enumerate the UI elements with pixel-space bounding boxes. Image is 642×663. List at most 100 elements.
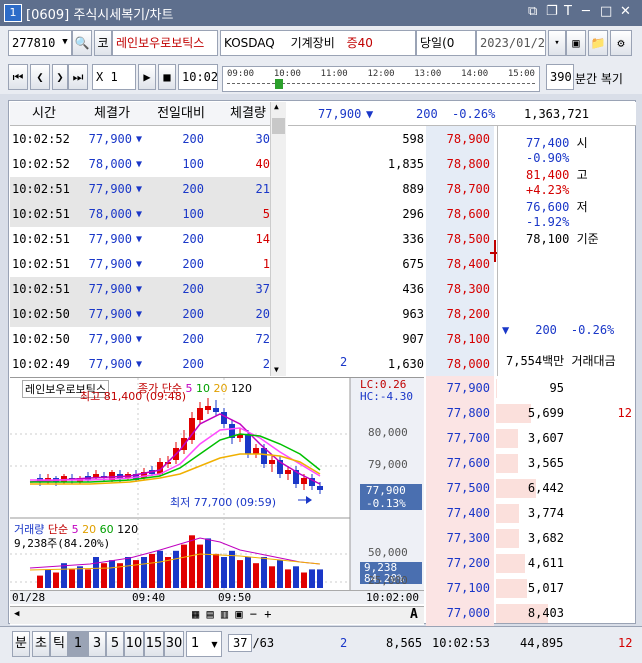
ask-price[interactable]: 78,900 [426, 127, 490, 152]
tab-second[interactable]: 초 [32, 631, 50, 657]
trade-price: 77,900 [88, 332, 132, 346]
down-triangle-icon: ▼ [366, 107, 374, 121]
ma20-label: 20 [213, 382, 228, 395]
down-triangle-icon: ▼ [136, 334, 143, 345]
candle-body [253, 448, 259, 454]
zoom-icons[interactable]: ▦ ▤ ▥ ▣ − + [192, 607, 271, 621]
ask-price[interactable]: 78,800 [426, 152, 490, 177]
interval-5[interactable]: 5 [106, 631, 124, 657]
page-indicator: 37/63 [228, 634, 274, 652]
period-input[interactable]: 390 [546, 64, 574, 90]
y-tick: 80,000 [368, 426, 408, 439]
save-icon[interactable]: ▣ [566, 30, 586, 56]
chevron-down-icon[interactable]: ▼ [58, 30, 72, 56]
open-label: 시 [576, 136, 588, 150]
copy-icon[interactable]: ❐ [546, 4, 558, 19]
prev-icon[interactable]: ❮ [30, 64, 50, 90]
trade-row: 10:02:51 77,900 ▼ 200 1 [10, 252, 276, 277]
volume-bar [213, 553, 219, 588]
last-icon[interactable]: ⏭ [68, 64, 88, 90]
interval-1[interactable]: 1 [68, 631, 88, 657]
volume-bar [229, 550, 235, 588]
ask-price[interactable]: 78,700 [426, 177, 490, 202]
ask-price[interactable]: 78,300 [426, 277, 490, 302]
first-icon[interactable]: ⏮ [8, 64, 28, 90]
play-icon[interactable]: ▶ [138, 64, 156, 90]
bid-price[interactable]: 77,600 [426, 451, 490, 476]
trade-volume: 20 [255, 307, 270, 321]
bid-price[interactable]: 77,100 [426, 576, 490, 601]
page-current[interactable]: 37 [228, 634, 253, 652]
bid-price[interactable]: 77,900 [426, 376, 490, 401]
trade-volume: 21 [255, 182, 270, 196]
ask-qty: 907 [402, 332, 424, 346]
bid-price[interactable]: 77,000 [426, 601, 490, 626]
speed-select[interactable]: X 1 [92, 64, 136, 90]
folder-icon[interactable]: 📁 [588, 30, 608, 56]
interval-select[interactable]: 1 ▼ [186, 631, 222, 657]
ask-price[interactable]: 78,600 [426, 202, 490, 227]
date-input[interactable]: 2023/01/2 [476, 30, 546, 56]
trade-row: 10:02:51 77,900 ▼ 200 21 [10, 177, 276, 202]
trade-scrollbar[interactable]: ▲ ▼ [270, 102, 286, 376]
ask-price[interactable]: 78,500 [426, 227, 490, 252]
down-triangle-icon: ▼ [136, 359, 143, 370]
trade-row: 10:02:52 77,900 ▼ 200 30 [10, 127, 276, 152]
maximize-icon[interactable]: □ [600, 4, 612, 19]
trade-volume: 1 [262, 257, 270, 271]
bid-count [600, 476, 632, 501]
x-tick: 09:50 [218, 591, 252, 604]
ask-qty: 889 [402, 182, 424, 196]
trade-price: 77,900 [88, 307, 132, 321]
ask-price[interactable]: 78,000 [426, 352, 490, 377]
ask-price[interactable]: 78,400 [426, 252, 490, 277]
slider-handle[interactable] [275, 79, 283, 89]
scroll-up-icon[interactable]: ▲ [274, 102, 279, 111]
day-select[interactable]: 당일(0 [416, 30, 476, 56]
scroll-left-icon[interactable]: ◀ [14, 609, 19, 619]
scroll-thumb[interactable] [272, 118, 285, 134]
settings-icon[interactable]: ⚙ [610, 30, 632, 56]
title-bar: 1 [0609] 주식시세복기/차트 ⧉ ❐ T ─ □ ✕ [0, 0, 642, 26]
bid-price[interactable]: 77,200 [426, 551, 490, 576]
candle-body [285, 470, 291, 474]
stock-name[interactable]: 레인보우로보틱스 [112, 30, 218, 56]
candle-body [317, 486, 323, 490]
time-slider[interactable]: 09:00 10:00 11:00 12:00 13:00 14:00 15:0… [222, 66, 540, 92]
kor-button[interactable]: 코 [94, 30, 112, 56]
scroll-down-icon[interactable]: ▼ [274, 365, 279, 374]
tab-tick[interactable]: 틱 [50, 631, 68, 657]
link-icon[interactable]: ⧉ [528, 4, 537, 19]
ask-price[interactable]: 78,100 [426, 327, 490, 352]
interval-10[interactable]: 10 [124, 631, 144, 657]
ask-qty: 336 [402, 232, 424, 246]
x-tick: 09:40 [132, 591, 166, 604]
font-icon[interactable]: T [564, 4, 572, 19]
trade-price: 78,000 [88, 207, 132, 221]
trade-change: 100 [182, 157, 204, 171]
next-icon[interactable]: ❯ [52, 64, 68, 90]
chart-scroll[interactable]: ◀ ▦ ▤ ▥ ▣ − + A [10, 606, 424, 624]
bid-price[interactable]: 77,500 [426, 476, 490, 501]
interval-15[interactable]: 15 [144, 631, 164, 657]
stock-toolbar: 277810 ▼ 🔍 코 레인보우로보틱스 KOSDAQ 기계장비 증40 당일… [0, 26, 642, 60]
tab-minute[interactable]: 분 [12, 631, 30, 657]
time-input[interactable]: 10:02 [178, 64, 218, 90]
interval-3[interactable]: 3 [88, 631, 106, 657]
font-a-icon[interactable]: A [410, 607, 418, 622]
search-icon[interactable]: 🔍 [72, 30, 92, 56]
bid-price[interactable]: 77,700 [426, 426, 490, 451]
stop-icon[interactable]: ■ [158, 64, 176, 90]
bid-price[interactable]: 77,300 [426, 526, 490, 551]
volume-bar [261, 557, 267, 588]
down-triangle-icon: ▼ [136, 234, 143, 245]
trade-change: 200 [182, 282, 204, 296]
vol-ma120: 120 [117, 523, 139, 536]
bid-price[interactable]: 77,400 [426, 501, 490, 526]
minimize-icon[interactable]: ─ [582, 4, 590, 19]
bid-price[interactable]: 77,800 [426, 401, 490, 426]
calendar-icon[interactable]: ▾ [548, 30, 566, 56]
interval-30[interactable]: 30 [164, 631, 184, 657]
close-icon[interactable]: ✕ [620, 4, 631, 19]
ask-price[interactable]: 78,200 [426, 302, 490, 327]
